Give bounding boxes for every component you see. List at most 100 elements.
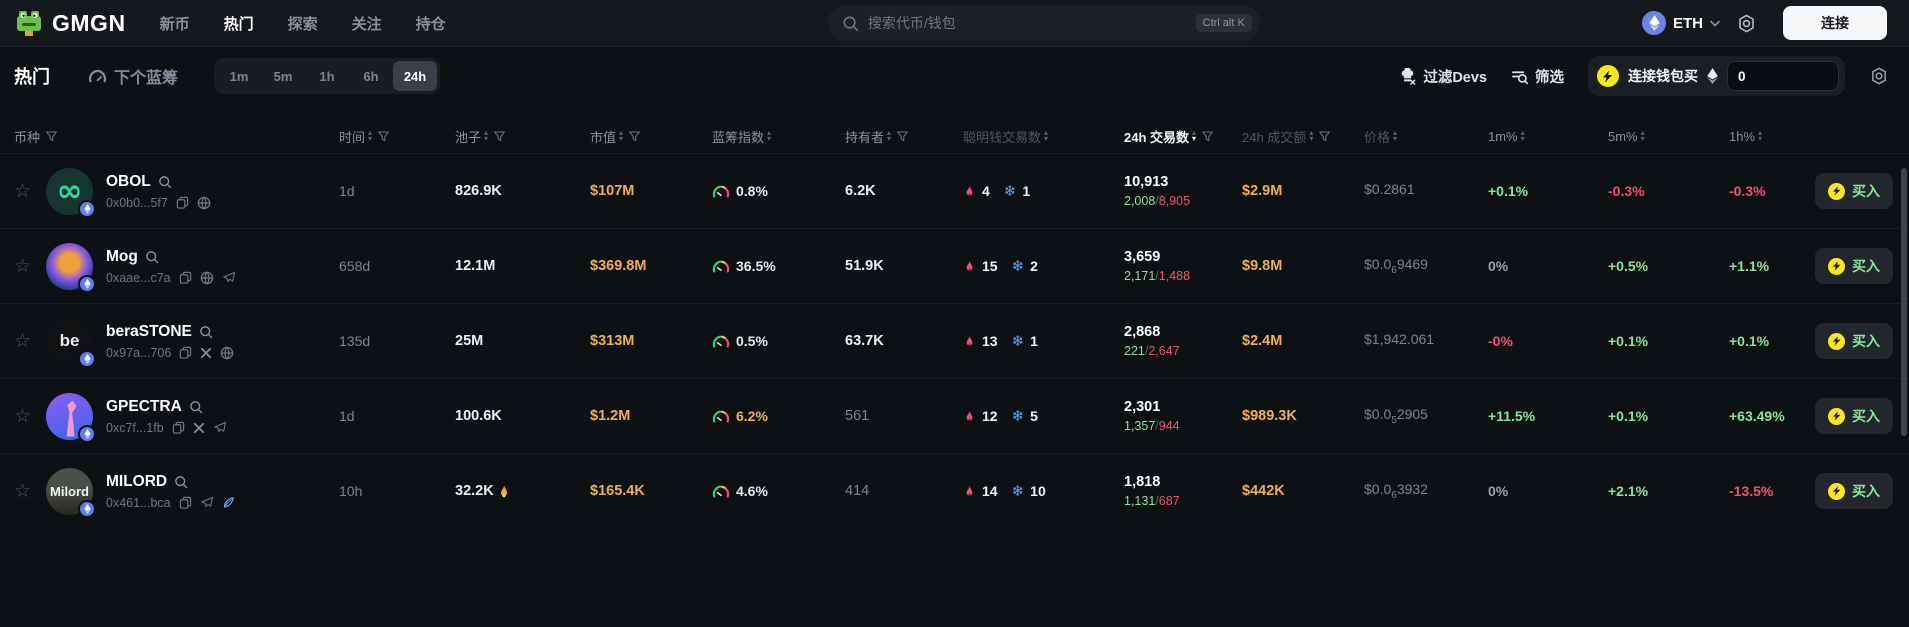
website-globe-icon[interactable] [200,271,214,285]
telegram-icon[interactable] [200,496,214,509]
filter-funnel-icon[interactable] [377,130,390,143]
sort-icon[interactable]: ▴ ▾ [1758,129,1762,143]
filter-funnel-icon[interactable] [628,130,641,143]
filter-devs-button[interactable]: 过滤Devs [1399,66,1487,87]
copy-address-icon[interactable] [172,421,185,434]
copy-address-icon[interactable] [179,346,192,359]
token-search-icon[interactable] [189,400,203,414]
token-name[interactable]: beraSTONE [106,323,192,341]
feather-icon[interactable] [222,496,235,509]
sort-icon[interactable]: ▴ ▾ [1309,129,1313,143]
copy-address-icon[interactable] [176,196,189,209]
quick-buy-label: 连接钱包买 [1628,68,1698,84]
sort-icon[interactable]: ▴ ▾ [1641,129,1645,143]
token-avatar[interactable]: Milord [46,467,96,518]
search-box[interactable]: Ctrl alt K [827,5,1260,41]
filter-button[interactable]: 筛选 [1511,66,1564,87]
sort-icon[interactable]: ▴ ▾ [619,129,623,143]
token-name[interactable]: Mog [106,248,138,266]
token-search-icon[interactable] [199,325,213,339]
quick-buy-panel[interactable]: 连接钱包买 [1588,56,1845,96]
token-name[interactable]: OBOL [106,173,151,191]
table-row[interactable]: ☆ be beraSTONE 0x97a...706 135d 25M $313… [0,303,1909,378]
sort-icon[interactable]: ▴ ▾ [368,129,372,143]
buy-button[interactable]: 买入 [1815,398,1893,434]
sort-icon[interactable]: ▴ ▾ [887,129,891,143]
nav-item-hot[interactable]: 热门 [224,13,254,34]
favorite-star-icon[interactable]: ☆ [14,180,36,202]
nav-item-explore[interactable]: 探索 [288,13,318,34]
favorite-star-icon[interactable]: ☆ [14,330,36,352]
timeframe-6h[interactable]: 6h [349,61,393,91]
token-avatar[interactable]: be [46,317,96,368]
cell-price: $0.2861 [1364,181,1415,198]
token-name[interactable]: GPECTRA [106,398,182,416]
timeframe-group: 1m 5m 1h 6h 24h [214,58,441,94]
favorite-star-icon[interactable]: ☆ [14,255,36,277]
filter-funnel-icon[interactable] [493,130,506,143]
nav-item-new[interactable]: 新币 [160,13,190,34]
buy-button[interactable]: 买入 [1815,473,1893,509]
website-globe-icon[interactable] [220,346,234,360]
next-bluechip-link[interactable]: 下个蓝筹 [88,64,178,88]
eth-chain-badge-icon [78,349,96,368]
sort-icon[interactable]: ▴ ▾ [1044,129,1048,143]
column-header-m5: 5m% ▴ ▾ [1608,129,1729,144]
token-search-icon[interactable] [158,175,172,189]
buy-button[interactable]: 买入 [1815,173,1893,209]
cell-token: ☆ ∞ OBOL 0x0b0...5f7 [0,167,339,218]
sort-icon[interactable]: ▴ ▾ [1192,129,1196,143]
copy-address-icon[interactable] [179,496,192,509]
chain-selector[interactable]: ETH [1642,11,1720,35]
favorite-star-icon[interactable]: ☆ [14,405,36,427]
telegram-icon[interactable] [213,421,227,434]
token-name[interactable]: MILORD [106,473,167,491]
timeframe-1m[interactable]: 1m [217,61,261,91]
table-row[interactable]: ☆ Milord MILORD 0x461...bca 10h 32.2K $1… [0,453,1909,528]
x-twitter-icon[interactable] [193,422,205,434]
column-header-pool: 池子 ▴ ▾ [455,127,590,146]
filter-funnel-icon[interactable] [1318,130,1331,143]
snowflake-icon: ❄ [1011,407,1025,425]
settings-gear-icon[interactable] [1736,13,1757,34]
sort-icon[interactable]: ▴ ▾ [484,129,488,143]
cell-market-cap: $1.2M [590,408,631,424]
timeframe-1h[interactable]: 1h [305,61,349,91]
timeframe-5m[interactable]: 5m [261,61,305,91]
table-row[interactable]: ☆ Mog 0xaae...c7a 658d 12.1M $369.8M 36.… [0,228,1909,303]
token-avatar[interactable] [46,392,96,443]
token-search-icon[interactable] [145,250,159,264]
token-avatar[interactable] [46,242,96,293]
cell-holders: 6.2K [845,183,876,199]
filter-funnel-icon[interactable] [896,130,909,143]
cell-5m-change: +0.1% [1608,333,1649,349]
table-row[interactable]: ☆ ∞ OBOL 0x0b0...5f7 1d 826.9K $107M 0.8… [0,153,1909,228]
sort-icon[interactable]: ▴ ▾ [1521,129,1525,143]
bluechip-gauge-icon [712,485,730,498]
nav-item-watch[interactable]: 关注 [352,13,382,34]
nav-item-holdings[interactable]: 持仓 [416,13,446,34]
filter-funnel-icon[interactable] [45,130,58,143]
list-settings-gear-icon[interactable] [1869,66,1889,86]
website-globe-icon[interactable] [197,196,211,210]
x-twitter-icon[interactable] [200,347,212,359]
quick-buy-amount-input[interactable] [1727,61,1839,91]
filter-funnel-icon[interactable] [1201,130,1214,143]
sort-icon[interactable]: ▴ ▾ [1393,129,1397,143]
favorite-star-icon[interactable]: ☆ [14,480,36,502]
buy-button[interactable]: 买入 [1815,248,1893,284]
cell-1h-change: +63.49% [1729,408,1785,424]
copy-address-icon[interactable] [179,271,192,284]
timeframe-24h[interactable]: 24h [393,61,438,91]
search-input[interactable] [867,15,1187,31]
table-row[interactable]: ☆ GPECTRA 0xc7f...1fb 1d 100.6K $1.2M 6.… [0,378,1909,453]
token-search-icon[interactable] [174,475,188,489]
sort-icon[interactable]: ▴ ▾ [767,129,771,143]
connect-wallet-button[interactable]: 连接 [1783,6,1888,40]
telegram-icon[interactable] [222,271,236,284]
buy-button[interactable]: 买入 [1815,323,1893,359]
vertical-scrollbar[interactable] [1901,168,1907,436]
token-avatar[interactable]: ∞ [46,167,96,218]
gmgn-logo[interactable]: GMGN [14,8,126,38]
eth-chain-badge-icon [78,274,96,293]
